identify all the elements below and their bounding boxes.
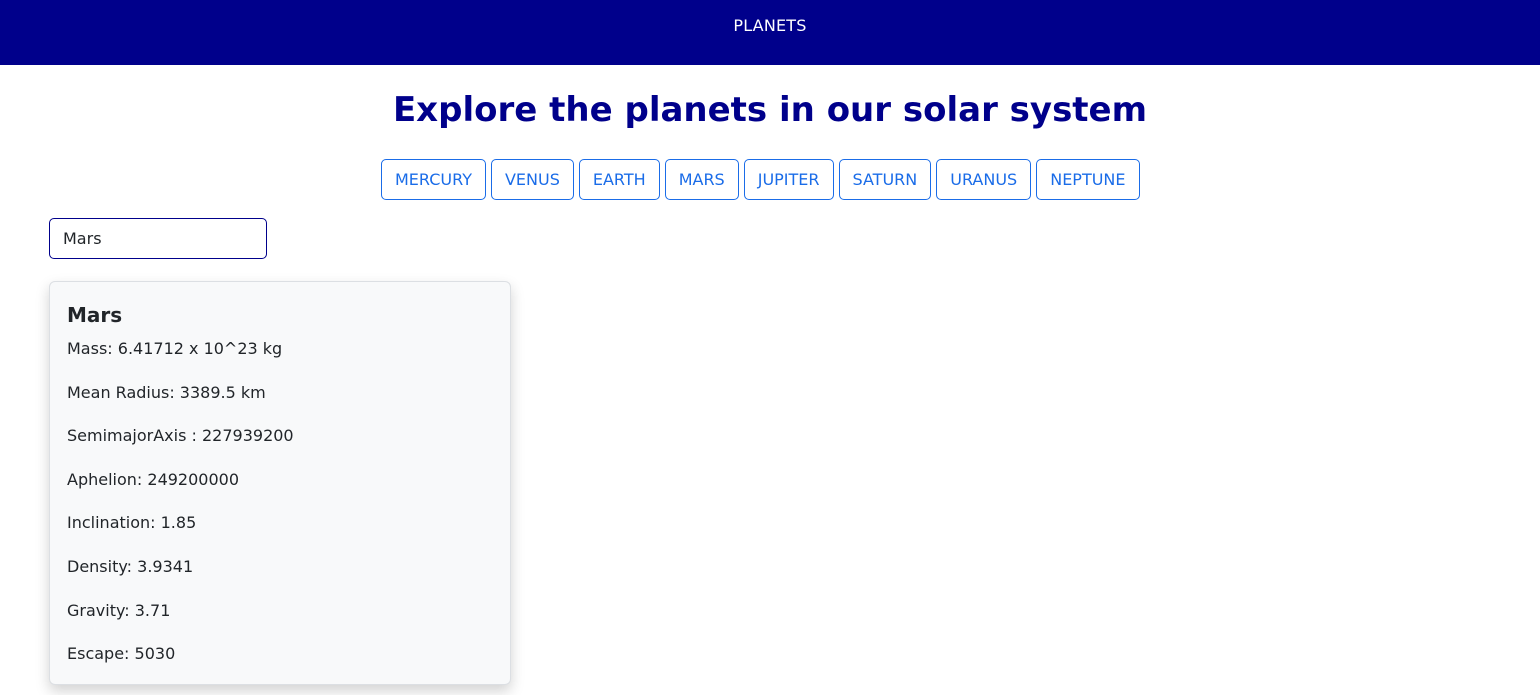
detail-inclination: Inclination: 1.85 (67, 513, 197, 533)
detail-mass: Mass: 6.41712 x 10^23 kg (67, 339, 283, 358)
top-navbar: PLANETS (0, 0, 1540, 65)
planet-button-saturn[interactable]: SATURN (838, 159, 932, 200)
planet-button-mercury[interactable]: MERCURY (381, 159, 486, 200)
card-title: Mars (67, 303, 123, 327)
planet-details-card: Mars Mass: 6.41712 x 10^23 kg Mean Radiu… (49, 281, 511, 685)
detail-aphelion: Aphelion: 249200000 (67, 469, 239, 489)
detail-mean-radius: Mean Radius: 3389.5 km (67, 382, 266, 402)
planet-button-earth[interactable]: EARTH (578, 159, 660, 200)
planet-button-mars[interactable]: MARS (664, 159, 739, 200)
planet-button-neptune[interactable]: NEPTUNE (1036, 159, 1140, 200)
planet-button-jupiter[interactable]: JUPITER (743, 159, 834, 200)
planet-button-group: MERCURY VENUS EARTH MARS JUPITER SATURN … (381, 159, 1140, 200)
planet-button-venus[interactable]: VENUS (490, 159, 574, 200)
detail-escape: Escape: 5030 (67, 644, 176, 664)
detail-semimajor-axis: SemimajorAxis : 227939200 (67, 426, 294, 446)
page-title: Explore the planets in our solar system (392, 90, 1148, 130)
detail-gravity: Gravity: 3.71 (67, 600, 171, 620)
planet-search-input[interactable] (49, 218, 267, 259)
navbar-title[interactable]: PLANETS (733, 16, 806, 35)
planet-button-uranus[interactable]: URANUS (936, 159, 1032, 200)
detail-density: Density: 3.9341 (67, 556, 194, 576)
